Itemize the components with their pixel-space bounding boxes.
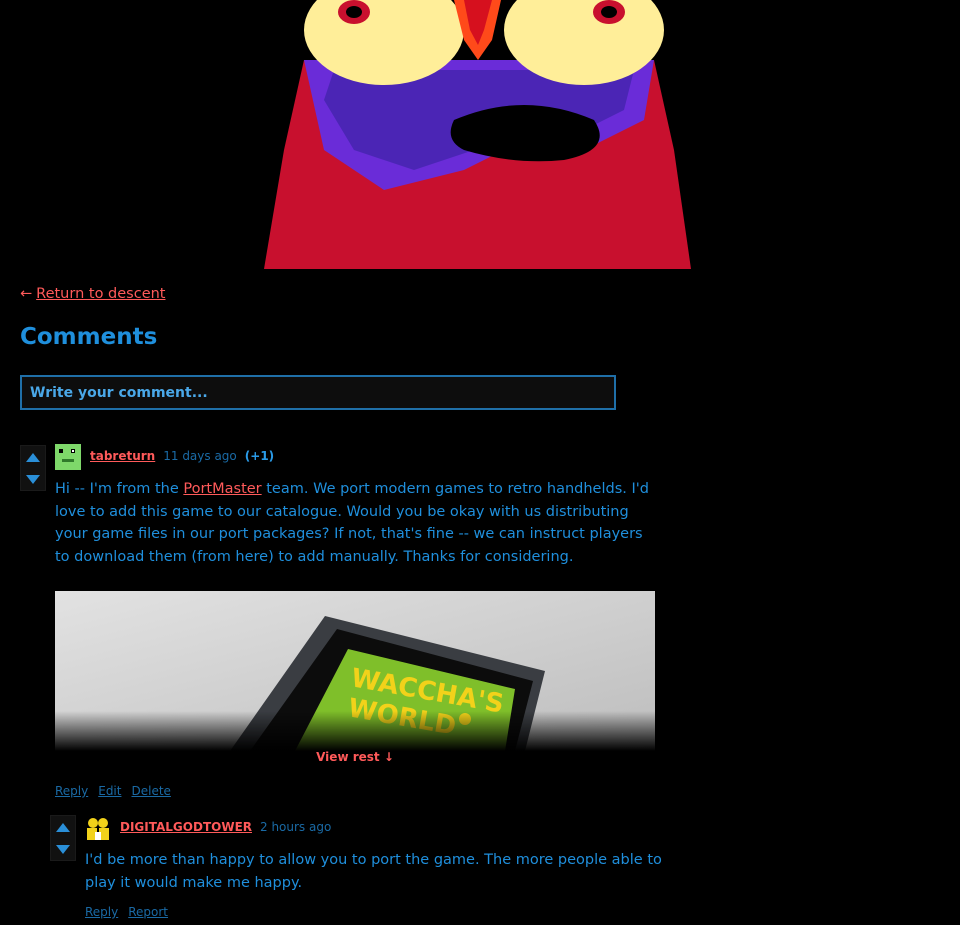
vote-box: [50, 815, 76, 861]
comment-actions: Reply Report: [85, 905, 178, 919]
comment-time[interactable]: 11 days ago: [163, 449, 237, 463]
downvote-icon[interactable]: [56, 845, 70, 854]
upvote-icon[interactable]: [56, 823, 70, 832]
avatar[interactable]: [85, 815, 111, 841]
comment-score: (+1): [244, 449, 275, 463]
left-arrow-icon: ←: [20, 286, 33, 302]
comment-body: Hi -- I'm from the PortMaster team. We p…: [55, 478, 655, 568]
report-link[interactable]: Report: [128, 905, 168, 919]
reply-link[interactable]: Reply: [85, 905, 118, 919]
comment-input[interactable]: Write your comment...: [20, 375, 616, 410]
comment-body: I'd be more than happy to allow you to p…: [85, 852, 662, 891]
vote-box: [20, 445, 46, 491]
upvote-icon[interactable]: [26, 453, 40, 462]
comment-meta: DIGITALGODTOWER 2 hours ago: [120, 820, 331, 834]
downvote-icon[interactable]: [26, 475, 40, 484]
comment-meta: tabreturn 11 days ago (+1): [90, 449, 274, 463]
view-rest-label[interactable]: View rest ↓: [55, 750, 655, 764]
delete-link[interactable]: Delete: [131, 784, 170, 798]
comment-text: Hi -- I'm from the: [55, 481, 184, 497]
game-cover-image: [264, 0, 691, 269]
edit-link[interactable]: Edit: [98, 784, 121, 798]
embedded-photo: WACCHA'S WORLD: [55, 591, 655, 751]
comments-heading: Comments: [20, 324, 158, 350]
comment-username[interactable]: tabreturn: [90, 449, 155, 463]
reply-link[interactable]: Reply: [55, 784, 88, 798]
comment-time[interactable]: 2 hours ago: [260, 820, 331, 834]
embed-fade: [55, 711, 655, 751]
view-rest-button[interactable]: View rest ↓: [55, 750, 655, 764]
return-link[interactable]: ← Return to descent: [20, 286, 166, 302]
portmaster-link[interactable]: PortMaster: [183, 481, 261, 497]
return-link-label[interactable]: Return to descent: [36, 286, 165, 302]
comment-actions: Reply Edit Delete: [55, 784, 181, 798]
avatar[interactable]: [55, 444, 81, 470]
comment-username[interactable]: DIGITALGODTOWER: [120, 820, 252, 834]
